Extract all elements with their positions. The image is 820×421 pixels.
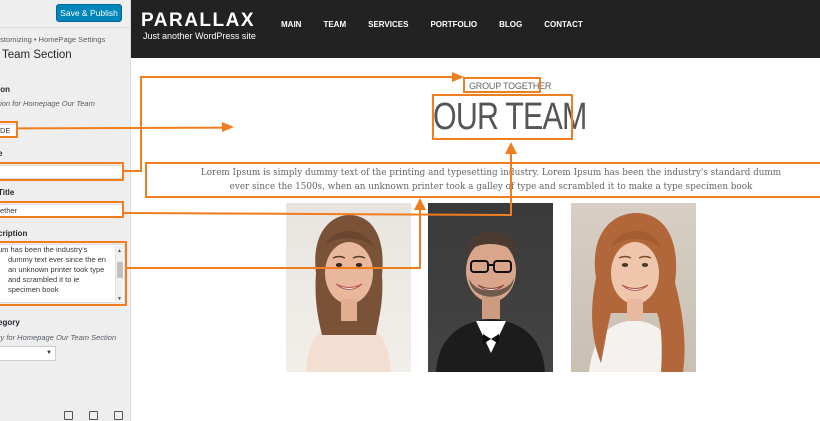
control-label-category: egory [0, 318, 20, 327]
nav-portfolio[interactable]: PORTFOLIO [430, 20, 477, 29]
connector-subtitle-2 [510, 150, 512, 214]
annotation-box-description-field [0, 241, 127, 306]
annotation-box-subtitle-field [0, 201, 124, 218]
connector-title-2 [140, 76, 142, 172]
control-label-section: ion [0, 85, 10, 94]
team-photo-3 [571, 203, 696, 372]
team-photo-2 [428, 203, 553, 372]
annotation-box-section-field [0, 121, 18, 138]
control-label-subtitle: Title [0, 188, 15, 197]
connector-title-3 [140, 76, 458, 78]
connector-description-2 [419, 206, 421, 269]
nav-main[interactable]: MAIN [281, 20, 301, 29]
section-title: ır Team Section [0, 49, 72, 61]
customizer-breadcrumb: ıstomizing • HomePage Settings [0, 35, 106, 44]
site-logo[interactable]: PARALLAX [141, 10, 255, 32]
connector-section [17, 126, 231, 130]
annotation-box-description [145, 162, 820, 198]
annotation-box-title-field [0, 162, 124, 181]
customizer-header: Save & Publish [0, 0, 130, 28]
nav-services[interactable]: SERVICES [368, 20, 408, 29]
nav-contact[interactable]: CONTACT [544, 20, 583, 29]
site-header: PARALLAX Just another WordPress site MAI… [131, 0, 820, 58]
annotation-box-kicker [463, 77, 541, 93]
nav-blog[interactable]: BLOG [499, 20, 522, 29]
main-nav: MAIN TEAM SERVICES PORTFOLIO BLOG CONTAC… [281, 20, 605, 29]
arrowhead-section [222, 122, 234, 132]
arrowhead-subtitle [505, 142, 517, 154]
arrowhead-title [452, 72, 464, 82]
control-label-title: e [0, 149, 2, 158]
team-photo-1 [286, 203, 411, 372]
customizer-footer [0, 411, 130, 421]
control-desc-category: ry for Homepage Our Team Section [0, 333, 117, 342]
nav-team[interactable]: TEAM [323, 20, 346, 29]
save-publish-button[interactable]: Save & Publish [56, 4, 122, 22]
chevron-down-icon: ▼ [46, 350, 52, 356]
connector-title-1 [124, 170, 141, 172]
site-tagline: Just another WordPress site [143, 31, 256, 41]
connector-description-1 [127, 267, 420, 269]
control-desc-section: tion for Homepage Our Team [0, 99, 95, 108]
control-label-description: cription [0, 229, 28, 238]
category-select[interactable]: ▼ [0, 346, 56, 361]
annotation-box-title [432, 94, 573, 140]
mobile-preview-icon[interactable] [114, 411, 123, 420]
arrowhead-description [414, 198, 426, 210]
desktop-preview-icon[interactable] [64, 411, 73, 420]
tablet-preview-icon[interactable] [89, 411, 98, 420]
